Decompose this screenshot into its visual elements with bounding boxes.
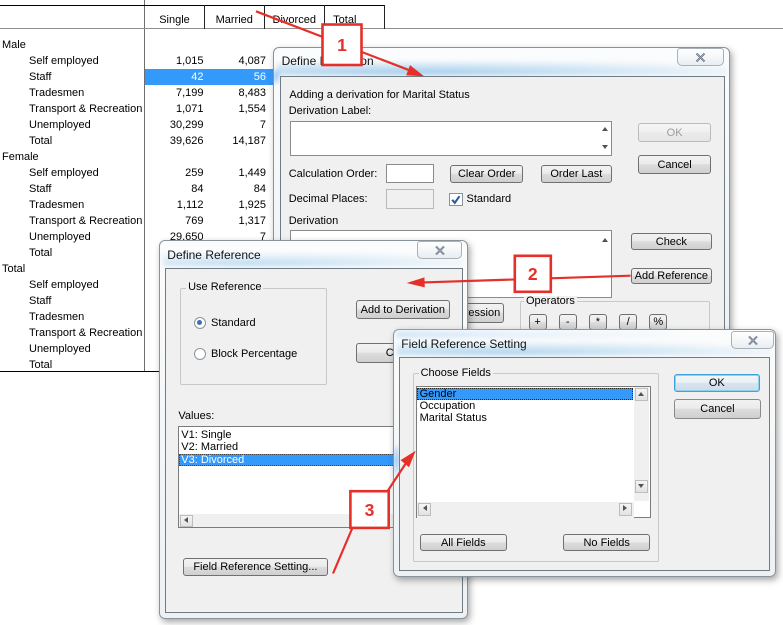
svg-text:2: 2 [528, 264, 538, 284]
svg-text:1: 1 [337, 35, 347, 55]
svg-text:3: 3 [365, 500, 375, 520]
